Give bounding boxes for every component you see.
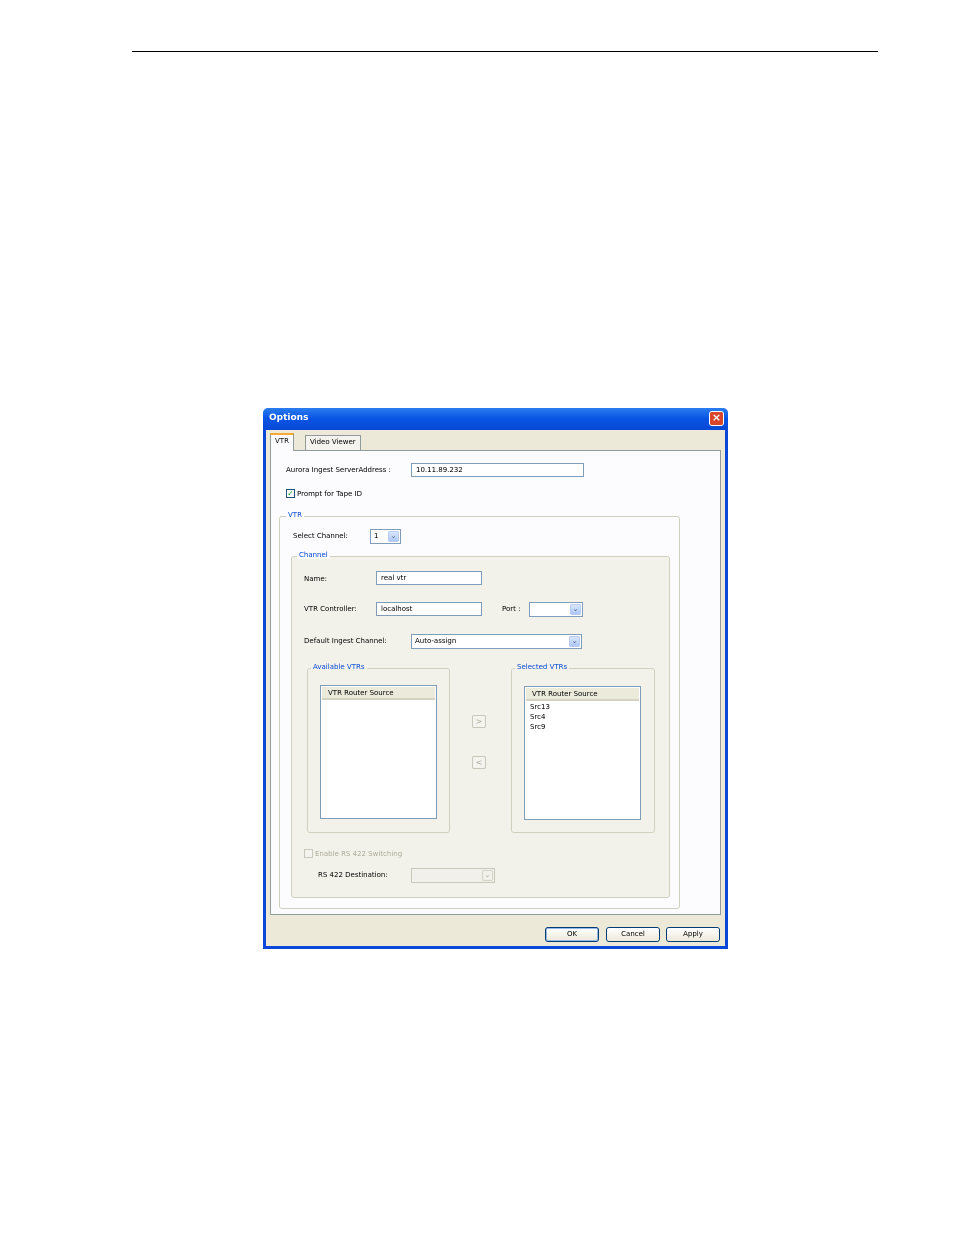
ok-button[interactable]: OK <box>545 927 599 942</box>
selected-vtrs-column-header[interactable]: VTR Router Source <box>526 688 639 701</box>
selected-vtrs-title: Selected VTRs <box>515 663 570 671</box>
dialog-title: Options <box>269 413 309 423</box>
dialog-client-area: VTR Video Viewer Aurora Ingest ServerAdd… <box>266 430 725 946</box>
port-label: Port : <box>502 605 521 613</box>
default-ingest-channel-label: Default Ingest Channel: <box>304 637 387 645</box>
default-ingest-channel-value: Auto-assign <box>415 637 457 645</box>
apply-button[interactable]: Apply <box>666 927 720 942</box>
chevron-down-icon[interactable]: ⌄ <box>570 604 581 615</box>
port-dropdown[interactable]: ⌄ <box>529 602 583 617</box>
page-header-rule <box>132 51 878 52</box>
tab-video-viewer[interactable]: Video Viewer <box>305 435 361 450</box>
list-item[interactable]: Src13 <box>530 703 550 711</box>
enable-rs422-label: Enable RS 422 Switching <box>315 850 403 858</box>
select-channel-dropdown[interactable]: 1 ⌄ <box>370 529 401 544</box>
default-ingest-channel-dropdown[interactable]: Auto-assign ⌄ <box>411 634 582 649</box>
vtr-controller-label: VTR Controller: <box>304 605 357 613</box>
options-dialog: Options × VTR Video Viewer Aurora Ingest… <box>263 408 728 949</box>
chevron-down-icon[interactable]: ⌄ <box>388 531 399 542</box>
list-item[interactable]: Src9 <box>530 723 545 731</box>
vtr-tab-panel: Aurora Ingest ServerAddress : 10.11.89.2… <box>270 450 721 915</box>
chevron-down-icon[interactable]: ⌄ <box>569 636 580 647</box>
rs422-destination-dropdown[interactable]: ⌄ <box>411 868 495 883</box>
cancel-button[interactable]: Cancel <box>606 927 660 942</box>
enable-rs422-checkbox[interactable] <box>304 849 313 858</box>
remove-vtr-button[interactable]: < <box>472 756 486 769</box>
rs422-destination-label: RS 422 Destination: <box>318 871 388 879</box>
server-address-input[interactable]: 10.11.89.232 <box>411 463 584 477</box>
available-vtrs-title: Available VTRs <box>311 663 367 671</box>
add-vtr-button[interactable]: > <box>472 715 486 728</box>
chevron-down-icon[interactable]: ⌄ <box>482 870 493 881</box>
selected-vtrs-list[interactable]: VTR Router Source Src13 Src4 Src9 <box>524 686 641 820</box>
channel-group-title: Channel <box>297 551 330 559</box>
select-channel-label: Select Channel: <box>293 532 348 540</box>
close-icon[interactable]: × <box>709 411 724 426</box>
vtr-controller-input[interactable]: localhost <box>376 602 482 616</box>
server-address-label: Aurora Ingest ServerAddress : <box>286 466 391 474</box>
select-channel-value: 1 <box>374 532 379 540</box>
tab-vtr[interactable]: VTR <box>270 433 294 451</box>
available-vtrs-column-header[interactable]: VTR Router Source <box>322 687 435 700</box>
list-item[interactable]: Src4 <box>530 713 545 721</box>
prompt-tape-id-label: Prompt for Tape ID <box>297 490 363 498</box>
available-vtrs-list[interactable]: VTR Router Source <box>320 685 437 819</box>
name-input[interactable]: real vtr <box>376 571 482 585</box>
title-bar[interactable]: Options × <box>263 408 728 430</box>
name-label: Name: <box>304 575 328 583</box>
vtr-group-title: VTR <box>286 511 304 519</box>
prompt-tape-id-checkbox[interactable]: ✓ <box>286 489 295 498</box>
